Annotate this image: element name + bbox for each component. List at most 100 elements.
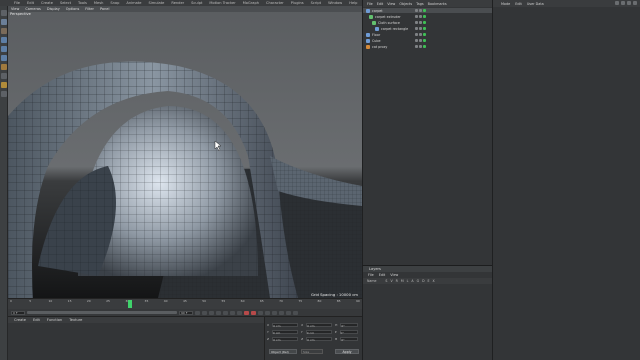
goto-start-icon[interactable] bbox=[195, 310, 200, 315]
size-y-field[interactable]: 0 cm bbox=[305, 330, 332, 335]
material-menu-edit[interactable]: Edit bbox=[33, 318, 40, 322]
object-name[interactable]: Floor bbox=[372, 33, 380, 37]
om-menu-file[interactable]: File bbox=[367, 2, 373, 6]
back-arrow-icon[interactable] bbox=[615, 1, 619, 5]
axis-icon[interactable] bbox=[0, 64, 7, 70]
menu-simulate[interactable]: Simulate bbox=[148, 1, 164, 5]
snap-icon[interactable] bbox=[0, 82, 7, 88]
material-menu-texture[interactable]: Texture bbox=[69, 318, 82, 322]
om-menu-bookmarks[interactable]: Bookmarks bbox=[428, 2, 447, 6]
position-key-icon[interactable] bbox=[265, 310, 270, 315]
object-row[interactable]: cat proxy bbox=[363, 44, 493, 49]
om-menu-objects[interactable]: Objects bbox=[399, 2, 412, 6]
viewport-menu-cameras[interactable]: Cameras bbox=[25, 7, 41, 11]
position-x-field[interactable]: 0 cm bbox=[272, 323, 299, 328]
play-icon[interactable] bbox=[216, 310, 221, 315]
layers-menu-edit[interactable]: Edit bbox=[379, 273, 386, 277]
om-menu-edit[interactable]: Edit bbox=[377, 2, 384, 6]
menu-render[interactable]: Render bbox=[171, 1, 184, 5]
scale-key-icon[interactable] bbox=[272, 310, 277, 315]
points-mode-icon[interactable] bbox=[0, 37, 7, 43]
rotation-b-field[interactable]: 0° bbox=[340, 337, 359, 342]
coordinate-mode-dropdown[interactable]: Object (Rel) bbox=[269, 349, 297, 354]
layers-menu-file[interactable]: File bbox=[368, 273, 374, 277]
menu-sculpt[interactable]: Sculpt bbox=[191, 1, 202, 5]
object-visibility-flags[interactable] bbox=[415, 33, 426, 36]
position-z-field[interactable]: 0 cm bbox=[272, 337, 299, 342]
material-menu-create[interactable]: Create bbox=[14, 318, 26, 322]
rotation-key-icon[interactable] bbox=[279, 310, 284, 315]
object-row[interactable]: carpet rectangle bbox=[363, 26, 493, 31]
object-row[interactable]: Floor bbox=[363, 32, 493, 37]
model-mode-icon[interactable] bbox=[0, 19, 7, 25]
menu-edit[interactable]: Edit bbox=[27, 1, 34, 5]
position-y-field[interactable]: 0 cm bbox=[271, 330, 298, 335]
attr-menu-mode[interactable]: Mode bbox=[501, 2, 510, 6]
end-frame-field[interactable]: 90 F bbox=[179, 310, 193, 315]
record-icon[interactable] bbox=[244, 310, 249, 315]
rotation-p-field[interactable]: 0° bbox=[339, 330, 358, 335]
object-visibility-flags[interactable] bbox=[415, 39, 426, 42]
object-row[interactable]: Cube bbox=[363, 38, 493, 43]
next-key-icon[interactable] bbox=[230, 310, 235, 315]
start-frame-field[interactable]: 0 F bbox=[11, 310, 25, 315]
rotation-h-field[interactable]: 0° bbox=[340, 323, 359, 328]
point-level-key-icon[interactable] bbox=[293, 310, 298, 315]
size-z-field[interactable]: 0 cm bbox=[306, 337, 333, 342]
object-row[interactable]: carpet extruder bbox=[363, 14, 493, 19]
size-x-field[interactable]: 0 cm bbox=[306, 323, 333, 328]
object-name[interactable]: carpet rectangle bbox=[381, 27, 408, 31]
object-visibility-flags[interactable] bbox=[415, 45, 426, 48]
menu-motion-tracker[interactable]: Motion Tracker bbox=[209, 1, 235, 5]
goto-end-icon[interactable] bbox=[237, 310, 242, 315]
menu-select[interactable]: Select bbox=[60, 1, 71, 5]
menu-window[interactable]: Window bbox=[328, 1, 342, 5]
autokey-icon[interactable] bbox=[251, 310, 256, 315]
om-menu-view[interactable]: View bbox=[387, 2, 395, 6]
search-icon[interactable] bbox=[627, 1, 631, 5]
object-visibility-flags[interactable] bbox=[415, 9, 426, 12]
material-menu-function[interactable]: Function bbox=[47, 318, 62, 322]
menu-tools[interactable]: Tools bbox=[78, 1, 87, 5]
object-row[interactable]: Cloth surface bbox=[363, 20, 493, 25]
menu-animate[interactable]: Animate bbox=[126, 1, 141, 5]
menu-mesh[interactable]: Mesh bbox=[94, 1, 103, 5]
layers-menu-view[interactable]: View bbox=[390, 273, 398, 277]
tweak-icon[interactable] bbox=[0, 73, 7, 79]
viewport-menu-filter[interactable]: Filter bbox=[85, 7, 94, 11]
menu-script[interactable]: Script bbox=[311, 1, 321, 5]
om-menu-tags[interactable]: Tags bbox=[416, 2, 424, 6]
make-editable-icon[interactable] bbox=[0, 10, 7, 16]
timeline-playhead[interactable] bbox=[127, 300, 132, 308]
keyframe-selection-icon[interactable] bbox=[258, 310, 263, 315]
size-mode-dropdown[interactable]: Size bbox=[301, 349, 323, 354]
texture-mode-icon[interactable] bbox=[0, 28, 7, 34]
edges-mode-icon[interactable] bbox=[0, 46, 7, 52]
object-name[interactable]: cat proxy bbox=[372, 45, 387, 49]
object-name[interactable]: carpet bbox=[372, 9, 383, 13]
timeline-ruler[interactable]: 051015202530354045505560657075808590 bbox=[10, 299, 360, 304]
viewport-menu-options[interactable]: Options bbox=[66, 7, 80, 11]
object-visibility-flags[interactable] bbox=[415, 21, 426, 24]
prev-frame-icon[interactable] bbox=[209, 310, 214, 315]
next-frame-icon[interactable] bbox=[223, 310, 228, 315]
object-row[interactable]: carpet bbox=[363, 8, 493, 13]
object-name[interactable]: Cube bbox=[372, 39, 381, 43]
menu-plugins[interactable]: Plugins bbox=[291, 1, 304, 5]
menu-snap[interactable]: Snap bbox=[110, 1, 119, 5]
menu-help[interactable]: Help bbox=[349, 1, 357, 5]
preview-range-slider[interactable] bbox=[27, 311, 177, 314]
attr-menu-edit[interactable]: Edit bbox=[515, 2, 522, 6]
viewport-menu-panel[interactable]: Panel bbox=[100, 7, 109, 11]
menu-create[interactable]: Create bbox=[41, 1, 53, 5]
menu-character[interactable]: Character bbox=[266, 1, 284, 5]
object-visibility-flags[interactable] bbox=[415, 15, 426, 18]
workplane-icon[interactable] bbox=[0, 91, 7, 97]
menu-file[interactable]: File bbox=[14, 1, 20, 5]
viewport[interactable] bbox=[8, 6, 362, 298]
viewport-menu-display[interactable]: Display bbox=[47, 7, 60, 11]
up-arrow-icon[interactable] bbox=[621, 1, 625, 5]
viewport-menu-view[interactable]: View bbox=[11, 7, 19, 11]
parameter-key-icon[interactable] bbox=[286, 310, 291, 315]
lock-icon[interactable] bbox=[633, 1, 637, 5]
